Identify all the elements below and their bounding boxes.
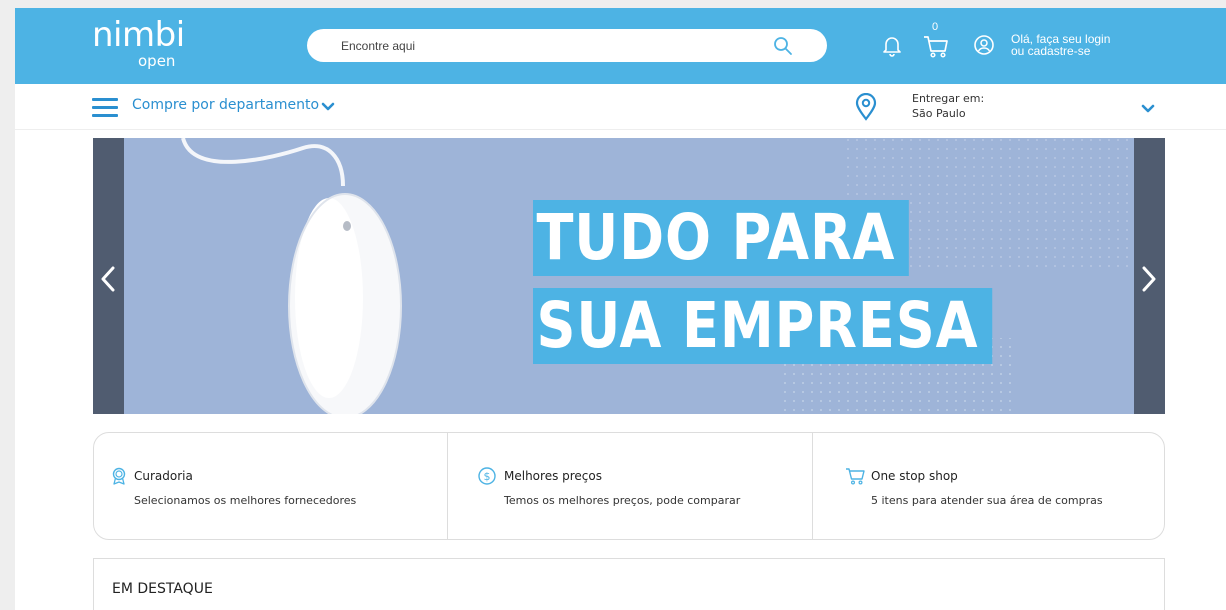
banner-headline: TUDO PARA SUA EMPRESA <box>533 200 1067 364</box>
feature-description: Selecionamos os melhores fornecedores <box>134 494 357 507</box>
award-icon <box>110 467 128 485</box>
logo[interactable]: nimbi open <box>92 15 185 69</box>
logo-subtext: open <box>138 52 176 70</box>
deliver-label: Entregar em: <box>912 92 985 105</box>
search-icon[interactable] <box>773 36 793 56</box>
page: nimbi open 0 <box>15 8 1226 610</box>
feature-description: 5 itens para atender sua área de compras <box>871 494 1103 507</box>
search-bar <box>307 29 827 62</box>
feature-melhores-precos: $ Melhores preços Temos os melhores preç… <box>447 433 812 539</box>
banner-next-button[interactable] <box>1134 138 1165 414</box>
department-bar: Compre por departamento Entregar em: São… <box>15 84 1226 130</box>
cart-count: 0 <box>932 21 939 33</box>
svg-text:$: $ <box>484 470 491 483</box>
highlights-section: EM DESTAQUE <box>93 558 1165 610</box>
cart-button[interactable]: 0 <box>923 21 949 61</box>
department-menu-button[interactable]: Compre por departamento <box>132 97 319 113</box>
chevron-left-icon <box>101 266 115 292</box>
feature-title: Curadoria <box>134 469 193 483</box>
banner-prev-button[interactable] <box>93 138 124 414</box>
login-link[interactable]: Olá, faça seu login ou cadastre-se <box>1011 33 1110 57</box>
chevron-right-icon <box>1142 266 1156 292</box>
login-line-2: ou cadastre-se <box>1011 44 1091 58</box>
headline-line-2: SUA EMPRESA <box>533 288 993 364</box>
hero-banner[interactable]: TUDO PARA SUA EMPRESA <box>93 138 1165 414</box>
feature-title: Melhores preços <box>504 469 602 483</box>
search-input[interactable] <box>341 29 741 62</box>
headline-line-1: TUDO PARA <box>533 200 910 276</box>
top-bar: nimbi open 0 <box>15 8 1226 84</box>
location-pin-icon[interactable] <box>855 92 877 121</box>
chevron-down-icon[interactable] <box>321 100 335 112</box>
deliver-city[interactable]: São Paulo <box>912 107 966 120</box>
logo-text: nimbi <box>92 15 185 55</box>
section-heading: EM DESTAQUE <box>112 581 213 597</box>
features-panel: Curadoria Selecionamos os melhores forne… <box>93 432 1165 540</box>
chevron-down-icon[interactable] <box>1141 102 1155 114</box>
feature-one-stop-shop: One stop shop 5 itens para atender sua á… <box>812 433 1164 539</box>
feature-title: One stop shop <box>871 469 958 483</box>
dollar-icon: $ <box>478 467 496 485</box>
feature-curadoria: Curadoria Selecionamos os melhores forne… <box>94 433 447 539</box>
cart-icon <box>845 467 865 485</box>
computer-mouse-illustration <box>181 138 402 414</box>
bell-icon[interactable] <box>882 35 902 57</box>
cart-icon <box>923 35 949 59</box>
user-icon[interactable] <box>973 34 995 56</box>
feature-description: Temos os melhores preços, pode comparar <box>504 494 741 507</box>
menu-icon[interactable] <box>92 96 118 118</box>
